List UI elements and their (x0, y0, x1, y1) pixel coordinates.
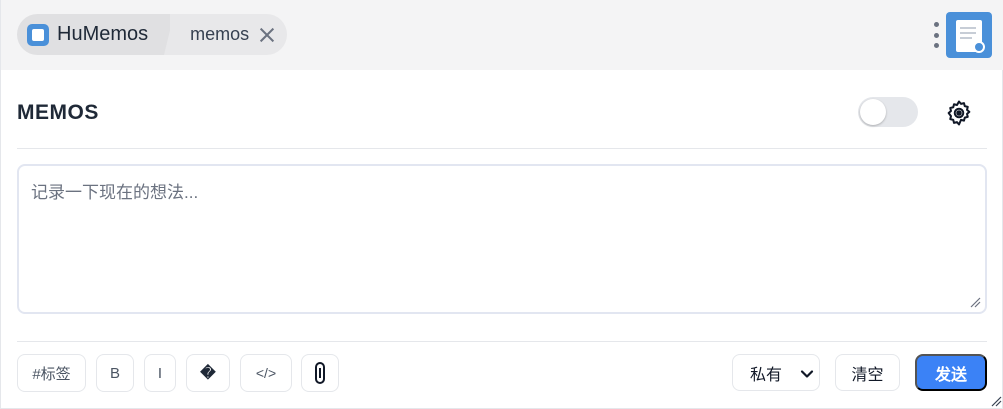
more-vertical-icon[interactable] (931, 20, 941, 50)
close-icon[interactable] (259, 27, 275, 43)
attachment-button[interactable] (301, 354, 339, 392)
bold-button[interactable]: B (96, 354, 134, 392)
memos-panel: HuMemos memos MEMOS 记录一下现在的想法... #标签 B I… (0, 0, 1003, 409)
tag-button[interactable]: #标签 (17, 354, 86, 392)
document-plugin-icon[interactable] (946, 12, 992, 58)
window-resize-icon[interactable] (991, 396, 1002, 407)
breadcrumb-home-label: HuMemos (57, 23, 149, 45)
theme-toggle[interactable] (858, 97, 918, 127)
divider (17, 341, 987, 342)
breadcrumb-home[interactable]: HuMemos (17, 14, 177, 55)
italic-button[interactable]: I (144, 354, 176, 392)
page-title: MEMOS (17, 101, 99, 124)
emoji-button[interactable]: � (186, 354, 230, 392)
top-bar: HuMemos memos (1, 0, 1003, 70)
memo-app-icon (27, 23, 49, 46)
breadcrumb-tab-label: memos (190, 24, 250, 44)
breadcrumb-tab-memos[interactable]: memos (164, 14, 288, 55)
visibility-select[interactable]: 私有 (732, 354, 820, 391)
send-button[interactable]: 发送 (915, 354, 987, 391)
memo-input[interactable] (17, 164, 987, 314)
divider (17, 148, 987, 149)
visibility-selected: 私有 (750, 366, 783, 384)
chevron-down-icon (800, 370, 814, 378)
toggle-knob (860, 99, 886, 125)
clear-button[interactable]: 清空 (835, 354, 900, 391)
breadcrumb: HuMemos memos (17, 14, 288, 55)
resize-grip-icon[interactable] (969, 296, 981, 308)
paperclip-icon (315, 362, 325, 384)
code-button[interactable]: </> (240, 354, 292, 392)
gear-icon[interactable] (944, 98, 974, 128)
